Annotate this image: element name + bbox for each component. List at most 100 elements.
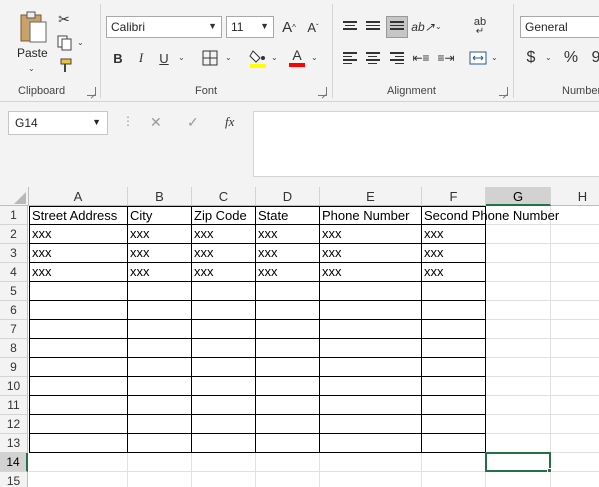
- cell-e13[interactable]: [320, 434, 422, 453]
- cell-d3[interactable]: xxx: [256, 244, 320, 263]
- cell-c1[interactable]: Zip Code: [192, 206, 256, 225]
- cell-c12[interactable]: [192, 415, 256, 434]
- font-color-button[interactable]: A: [287, 46, 307, 68]
- borders-icon[interactable]: [201, 49, 219, 67]
- cell-b2[interactable]: xxx: [128, 225, 192, 244]
- copy-icon[interactable]: [56, 34, 74, 52]
- cell-h14[interactable]: [551, 453, 599, 472]
- cell-b7[interactable]: [128, 320, 192, 339]
- cell-e9[interactable]: [320, 358, 422, 377]
- cell-a5[interactable]: [29, 282, 128, 301]
- cell-f8[interactable]: [422, 339, 486, 358]
- cell-e1[interactable]: Phone Number: [320, 206, 422, 225]
- cell-b9[interactable]: [128, 358, 192, 377]
- cell-h7[interactable]: [551, 320, 599, 339]
- cell-d4[interactable]: xxx: [256, 263, 320, 282]
- cell-h10[interactable]: [551, 377, 599, 396]
- cell-g9[interactable]: [486, 358, 551, 377]
- column-header-f[interactable]: F: [422, 187, 486, 206]
- cell-c4[interactable]: xxx: [192, 263, 256, 282]
- cell-d1[interactable]: State: [256, 206, 320, 225]
- cell-b11[interactable]: [128, 396, 192, 415]
- cell-c15[interactable]: [192, 472, 256, 487]
- cell-c5[interactable]: [192, 282, 256, 301]
- cell-a1[interactable]: Street Address: [29, 206, 128, 225]
- font-color-dropdown-icon[interactable]: ⌄: [311, 53, 318, 62]
- decrease-font-size-button[interactable]: Aˇ: [302, 16, 324, 38]
- cell-e3[interactable]: xxx: [320, 244, 422, 263]
- accounting-format-button[interactable]: $: [520, 47, 542, 69]
- cell-c2[interactable]: xxx: [192, 225, 256, 244]
- cell-d2[interactable]: xxx: [256, 225, 320, 244]
- cell-d13[interactable]: [256, 434, 320, 453]
- cell-a6[interactable]: [29, 301, 128, 320]
- name-box-dropdown-icon[interactable]: ▼: [92, 117, 101, 127]
- cell-g3[interactable]: [486, 244, 551, 263]
- cell-h11[interactable]: [551, 396, 599, 415]
- cell-g2[interactable]: [486, 225, 551, 244]
- cell-d8[interactable]: [256, 339, 320, 358]
- cell-e14[interactable]: [320, 453, 422, 472]
- cell-d9[interactable]: [256, 358, 320, 377]
- cell-b12[interactable]: [128, 415, 192, 434]
- cell-f11[interactable]: [422, 396, 486, 415]
- cell-c8[interactable]: [192, 339, 256, 358]
- cell-a9[interactable]: [29, 358, 128, 377]
- bold-button[interactable]: B: [107, 47, 129, 69]
- cell-f7[interactable]: [422, 320, 486, 339]
- enter-icon[interactable]: ✓: [187, 114, 199, 131]
- row-header-6[interactable]: 6: [0, 301, 28, 320]
- clipboard-launcher-icon[interactable]: [87, 87, 96, 96]
- column-header-e[interactable]: E: [320, 187, 422, 206]
- cell-d10[interactable]: [256, 377, 320, 396]
- cell-f15[interactable]: [422, 472, 486, 487]
- orientation-dropdown-icon[interactable]: ⌄: [435, 22, 442, 31]
- cell-e6[interactable]: [320, 301, 422, 320]
- cell-h2[interactable]: [551, 225, 599, 244]
- align-left-button[interactable]: [339, 47, 361, 69]
- comma-style-button[interactable]: 9: [585, 47, 599, 69]
- cell-d12[interactable]: [256, 415, 320, 434]
- cell-b6[interactable]: [128, 301, 192, 320]
- cell-c10[interactable]: [192, 377, 256, 396]
- cell-g11[interactable]: [486, 396, 551, 415]
- copy-dropdown-icon[interactable]: ⌄: [77, 38, 84, 47]
- column-header-h[interactable]: H: [551, 187, 599, 206]
- cell-d11[interactable]: [256, 396, 320, 415]
- cell-d6[interactable]: [256, 301, 320, 320]
- cell-e12[interactable]: [320, 415, 422, 434]
- cell-g13[interactable]: [486, 434, 551, 453]
- cell-h3[interactable]: [551, 244, 599, 263]
- cell-g10[interactable]: [486, 377, 551, 396]
- borders-dropdown-icon[interactable]: ⌄: [225, 53, 232, 62]
- underline-button[interactable]: U: [153, 47, 175, 69]
- increase-indent-button[interactable]: ≡⇥: [435, 47, 457, 69]
- cell-e8[interactable]: [320, 339, 422, 358]
- column-header-a[interactable]: A: [29, 187, 128, 206]
- row-header-14[interactable]: 14: [0, 453, 28, 472]
- cell-b1[interactable]: City: [128, 206, 192, 225]
- row-header-2[interactable]: 2: [0, 225, 28, 244]
- cell-a15[interactable]: [29, 472, 128, 487]
- cell-a11[interactable]: [29, 396, 128, 415]
- cell-f3[interactable]: xxx: [422, 244, 486, 263]
- decrease-indent-button[interactable]: ⇤≡: [410, 47, 432, 69]
- accounting-dropdown-icon[interactable]: ⌄: [545, 53, 552, 62]
- top-align-button[interactable]: [339, 16, 361, 38]
- cell-c3[interactable]: xxx: [192, 244, 256, 263]
- cell-g4[interactable]: [486, 263, 551, 282]
- column-header-c[interactable]: C: [192, 187, 256, 206]
- cell-g8[interactable]: [486, 339, 551, 358]
- paste-button[interactable]: Paste ⌄: [10, 8, 54, 78]
- cell-f1[interactable]: Second Phone Number: [422, 206, 559, 225]
- cell-c7[interactable]: [192, 320, 256, 339]
- cell-a3[interactable]: xxx: [29, 244, 128, 263]
- cell-h4[interactable]: [551, 263, 599, 282]
- cancel-icon[interactable]: ✕: [150, 114, 162, 131]
- cell-g12[interactable]: [486, 415, 551, 434]
- cell-a13[interactable]: [29, 434, 128, 453]
- merge-center-dropdown-icon[interactable]: ⌄: [491, 53, 498, 62]
- row-header-3[interactable]: 3: [0, 244, 28, 263]
- row-header-9[interactable]: 9: [0, 358, 28, 377]
- row-header-12[interactable]: 12: [0, 415, 28, 434]
